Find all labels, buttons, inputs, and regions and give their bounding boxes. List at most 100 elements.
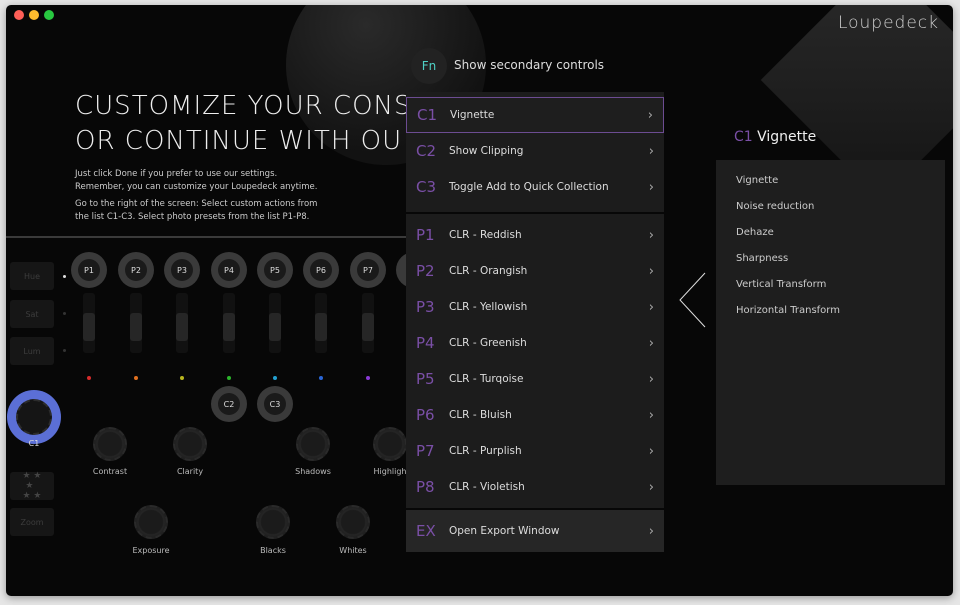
fn-button[interactable]: Fn (411, 48, 447, 84)
menu-item-key: P6 (416, 406, 435, 424)
fn-label: Show secondary controls (454, 58, 605, 72)
slider-color-dot (134, 376, 138, 380)
slider-handle[interactable] (223, 313, 235, 341)
minimize-window-button[interactable] (29, 10, 39, 20)
dial-shadows[interactable] (296, 427, 330, 461)
preset-knob-label: P2 (125, 259, 147, 281)
menu-item-c2[interactable]: C2 Show Clipping › (406, 133, 664, 169)
menu-item-label: CLR - Violetish (449, 481, 525, 493)
page-title-line1: CUSTOMIZE YOUR CONS (75, 91, 412, 121)
c1-label: C1 (28, 439, 40, 448)
menu-item-label: CLR - Turqoise (449, 373, 524, 385)
slider-p5[interactable] (269, 293, 281, 353)
menu-item-key: P8 (416, 478, 435, 496)
slider-p3[interactable] (176, 293, 188, 353)
menu-item-p8[interactable]: P8 CLR - Violetish › (406, 469, 664, 505)
zoom-button[interactable]: Zoom (10, 508, 54, 536)
loupedeck-logo: Loupedeck (837, 13, 939, 33)
action-option[interactable]: Sharpness (716, 246, 945, 272)
page-title-line2: OR CONTINUE WITH OU (75, 126, 403, 156)
sat-button[interactable]: Sat (10, 300, 54, 328)
chevron-right-icon: › (647, 107, 653, 123)
menu-item-label: Show Clipping (449, 145, 524, 157)
menu-item-c3[interactable]: C3 Toggle Add to Quick Collection › (406, 169, 664, 205)
slider-p1[interactable] (83, 293, 95, 353)
slider-handle[interactable] (269, 313, 281, 341)
preset-knob-p7[interactable]: P7 (350, 252, 386, 288)
preset-knob-p1[interactable]: P1 (71, 252, 107, 288)
preset-knob-p2[interactable]: P2 (118, 252, 154, 288)
slider-p6[interactable] (315, 293, 327, 353)
c3-knob[interactable]: C3 (257, 386, 293, 422)
menu-item-p5[interactable]: P5 CLR - Turqoise › (406, 361, 664, 397)
app-window: Loupedeck CUSTOMIZE YOUR CONS OR CONTINU… (6, 5, 953, 596)
preset-knob-p5[interactable]: P5 (257, 252, 293, 288)
menu-item-p3[interactable]: P3 CLR - Yellowish › (406, 289, 664, 325)
menu-item-c1[interactable]: C1 Vignette › (406, 97, 664, 133)
preset-knob-p3[interactable]: P3 (164, 252, 200, 288)
dial-label: Exposure (132, 546, 170, 555)
menu-item-key: P5 (416, 370, 435, 388)
c2-knob[interactable]: C2 (211, 386, 247, 422)
hue-button[interactable]: Hue (10, 262, 54, 290)
chevron-right-icon: › (648, 523, 654, 539)
chevron-right-icon: › (648, 143, 654, 159)
menu-item-p4[interactable]: P4 CLR - Greenish › (406, 325, 664, 361)
menu-item-ex[interactable]: EX Open Export Window › (406, 513, 664, 549)
rating-button[interactable]: ★ ★ ★ ★ ★ (10, 471, 54, 501)
action-option[interactable]: Dehaze (716, 220, 945, 246)
menu-item-label: CLR - Purplish (449, 445, 522, 457)
dial-contrast[interactable] (93, 427, 127, 461)
action-option[interactable]: Vignette (716, 168, 945, 194)
slider-p7[interactable] (362, 293, 374, 353)
slider-color-dot (273, 376, 277, 380)
dial-label: Blacks (260, 546, 286, 555)
dial-highligh[interactable] (373, 427, 407, 461)
action-option[interactable]: Vertical Transform (716, 272, 945, 298)
slider-p2[interactable] (130, 293, 142, 353)
preset-knob-p6[interactable]: P6 (303, 252, 339, 288)
dial-blacks[interactable] (256, 505, 290, 539)
menu-item-p1[interactable]: P1 CLR - Reddish › (406, 217, 664, 253)
instruction-text: Go to the right of the screen: Select cu… (75, 199, 318, 222)
menu-item-p6[interactable]: P6 CLR - Bluish › (406, 397, 664, 433)
menu-item-key: P2 (416, 262, 435, 280)
dial-label: Whites (339, 546, 367, 555)
maximize-window-button[interactable] (44, 10, 54, 20)
action-options-list: Vignette Noise reduction Dehaze Sharpness Ve… (716, 160, 945, 485)
action-option[interactable]: Horizontal Transform (716, 298, 945, 324)
menu-item-key: C3 (416, 178, 437, 196)
slider-handle[interactable] (315, 313, 327, 341)
slider-handle[interactable] (362, 313, 374, 341)
slider-p4[interactable] (223, 293, 235, 353)
menu-item-label: CLR - Bluish (449, 409, 512, 421)
slider-handle[interactable] (83, 313, 95, 341)
c1-knob[interactable] (7, 390, 61, 444)
menu-item-key: P1 (416, 226, 435, 244)
dial-label: Shadows (295, 467, 331, 476)
dial-label: Highligh (373, 467, 407, 476)
indicator-dot (63, 275, 66, 278)
action-option[interactable]: Noise reduction (716, 194, 945, 220)
slider-color-dot (180, 376, 184, 380)
dial-exposure[interactable] (134, 505, 168, 539)
chevron-right-icon: › (648, 335, 654, 351)
chevron-right-icon: › (648, 443, 654, 459)
slider-handle[interactable] (176, 313, 188, 341)
menu-item-label: CLR - Greenish (449, 337, 527, 349)
preset-knob-label: P1 (78, 259, 100, 281)
slider-handle[interactable] (130, 313, 142, 341)
lum-button[interactable]: Lum (10, 337, 54, 365)
dial-clarity[interactable] (173, 427, 207, 461)
dial-label: Clarity (176, 467, 204, 476)
divider (6, 236, 406, 238)
control-menu: C1 Vignette › C2 Show Clipping › C3 Toggle Add … (406, 92, 664, 554)
preset-knob-p4[interactable]: P4 (211, 252, 247, 288)
detail-title: C1 Vignette (734, 129, 817, 145)
indicator-dot (63, 312, 66, 315)
menu-item-p7[interactable]: P7 CLR - Purplish › (406, 433, 664, 469)
close-window-button[interactable] (14, 10, 24, 20)
dial-whites[interactable] (336, 505, 370, 539)
menu-item-label: CLR - Orangish (449, 265, 528, 277)
menu-item-p2[interactable]: P2 CLR - Orangish › (406, 253, 664, 289)
